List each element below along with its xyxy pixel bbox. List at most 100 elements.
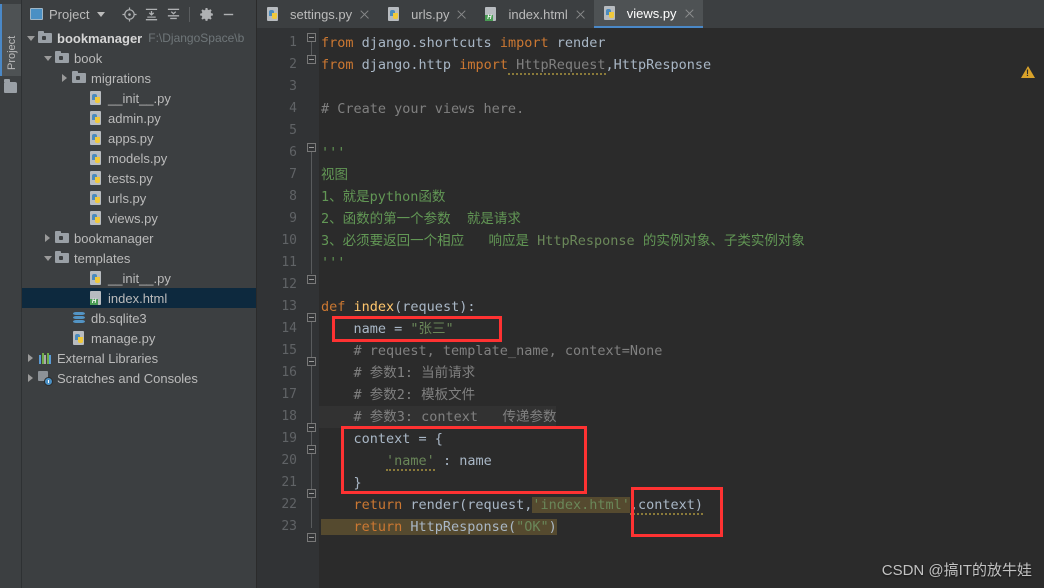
database-icon xyxy=(71,310,87,326)
close-icon[interactable] xyxy=(575,9,586,20)
tree-item-migrations[interactable]: migrations xyxy=(22,68,256,88)
chevron-right-icon[interactable] xyxy=(24,348,37,368)
project-file-tree[interactable]: bookmanager F:\DjangoSpace\b book migration… xyxy=(22,28,256,388)
tree-item-book[interactable]: book xyxy=(22,48,256,68)
expand-all-icon[interactable] xyxy=(141,4,161,24)
keyword-def: def xyxy=(321,299,346,315)
tree-item-admin-py[interactable]: admin.py xyxy=(22,108,256,128)
close-icon[interactable] xyxy=(684,8,695,19)
close-icon[interactable] xyxy=(359,9,370,20)
tree-item-templates[interactable]: templates xyxy=(22,248,256,268)
tree-item-label: migrations xyxy=(91,70,151,86)
editor-markup-strip[interactable] xyxy=(1021,56,1044,588)
python-file-icon xyxy=(71,330,87,346)
comment-param-3a: # 参数3: xyxy=(321,409,422,425)
folder-icon xyxy=(71,70,87,86)
fold-marker-docstring-end[interactable] xyxy=(307,275,316,284)
folder-icon xyxy=(37,30,53,46)
code-line-6: ''' xyxy=(319,142,345,164)
tree-item-label: Scratches and Consoles xyxy=(57,370,198,386)
editor-tab-views-py[interactable]: views.py xyxy=(593,0,703,28)
code-line-15: # request, template_name, context=None xyxy=(319,340,663,362)
close-icon[interactable] xyxy=(456,9,467,20)
fold-marker-dict-end[interactable] xyxy=(307,489,316,498)
chevron-right-icon[interactable] xyxy=(41,228,54,248)
highlight-box-name-assignment xyxy=(332,316,502,342)
code-line-9: 2、函数的第一个参数 就是请求 xyxy=(319,208,521,230)
tree-item-views-py[interactable]: views.py xyxy=(22,208,256,228)
tree-item-label: models.py xyxy=(108,150,168,166)
chevron-down-icon[interactable] xyxy=(41,248,54,268)
keyword-from: from xyxy=(321,35,354,51)
structure-icon[interactable] xyxy=(4,79,17,93)
tree-item-bookmanager[interactable]: bookmanager F:\DjangoSpace\b xyxy=(22,28,256,48)
fold-marker-function-start[interactable] xyxy=(307,313,316,322)
highlight-box-context-dict xyxy=(341,426,587,494)
fold-marker-end[interactable] xyxy=(307,55,316,64)
tree-item-tests-py[interactable]: tests.py xyxy=(22,168,256,188)
editor-tab-label: settings.py xyxy=(290,6,353,22)
tree-item-models-py[interactable]: models.py xyxy=(22,148,256,168)
python-file-icon xyxy=(88,150,104,166)
tree-item-scratches-and-consoles[interactable]: Scratches and Consoles xyxy=(22,368,256,388)
code-line-11: ''' xyxy=(319,252,345,274)
tree-item-apps-py[interactable]: apps.py xyxy=(22,128,256,148)
code-folding-gutter[interactable] xyxy=(303,28,319,588)
editor-tab-label: views.py xyxy=(626,5,677,21)
imported-render: render xyxy=(548,35,606,51)
keyword-return-httpresponse: return xyxy=(321,519,403,535)
line-number: 10 xyxy=(281,233,297,248)
tree-indent-spacer xyxy=(58,328,71,348)
tree-item-label: External Libraries xyxy=(57,350,159,366)
toolbar-separator xyxy=(189,6,191,22)
comma: , xyxy=(605,57,614,73)
fold-marker-top[interactable] xyxy=(307,33,316,42)
docstring-open: ''' xyxy=(321,145,346,161)
highlight-box-context-arg xyxy=(631,487,723,537)
gear-icon[interactable] xyxy=(196,4,216,24)
editor-tab-settings-py[interactable]: settings.py xyxy=(257,0,378,28)
fold-marker-dict-inner[interactable] xyxy=(307,445,316,454)
tree-item-index-html[interactable]: Hindex.html xyxy=(22,288,256,308)
python-file-icon xyxy=(265,6,281,22)
editor-tab-bar[interactable]: settings.py urls.py Hindex.html views.py xyxy=(257,0,1044,29)
project-view-selector[interactable]: Project xyxy=(26,5,109,24)
chevron-right-icon[interactable] xyxy=(24,368,37,388)
editor-tab-urls-py[interactable]: urls.py xyxy=(378,0,475,28)
watermark: CSDN @搞IT的放牛娃 xyxy=(881,562,1032,579)
locate-icon[interactable] xyxy=(119,4,139,24)
tree-item-path: F:\DjangoSpace\b xyxy=(148,31,245,45)
fold-marker-function-end[interactable] xyxy=(307,533,316,542)
editor-tab-index-html[interactable]: Hindex.html xyxy=(475,0,593,28)
tree-item---init---py[interactable]: __init__.py xyxy=(22,268,256,288)
python-file-icon xyxy=(88,210,104,226)
html-file-icon: H xyxy=(88,290,104,306)
fold-marker-comment[interactable] xyxy=(307,357,316,366)
tool-window-button-project[interactable]: Project xyxy=(0,4,21,76)
chevron-down-icon[interactable] xyxy=(41,48,54,68)
tree-indent-spacer xyxy=(75,168,88,188)
project-panel-header: Project xyxy=(22,0,256,28)
tree-item-label: book xyxy=(74,50,103,66)
fold-marker-docstring-start[interactable] xyxy=(307,143,316,152)
tree-item-db-sqlite3[interactable]: db.sqlite3 xyxy=(22,308,256,328)
tree-item-external-libraries[interactable]: External Libraries xyxy=(22,348,256,368)
chevron-down-icon[interactable] xyxy=(24,28,37,48)
call-render: render(request, xyxy=(402,497,533,513)
warning-triangle-icon[interactable] xyxy=(1021,66,1035,78)
tree-item-manage-py[interactable]: manage.py xyxy=(22,328,256,348)
tree-item---init---py[interactable]: __init__.py xyxy=(22,88,256,108)
call-httpresponse: HttpResponse( xyxy=(402,519,517,535)
tree-item-bookmanager[interactable]: bookmanager xyxy=(22,228,256,248)
code-line-1: from django.shortcuts import render xyxy=(319,32,606,54)
collapse-all-icon[interactable] xyxy=(163,4,183,24)
tree-item-urls-py[interactable]: urls.py xyxy=(22,188,256,208)
left-tool-strip: Project xyxy=(0,0,22,588)
html-file-icon: H xyxy=(483,6,499,22)
chevron-down-icon[interactable] xyxy=(97,11,106,17)
minimize-icon[interactable] xyxy=(218,4,238,24)
editor-tab-label: index.html xyxy=(508,6,568,22)
fold-marker-dict-start[interactable] xyxy=(307,423,316,432)
chevron-right-icon[interactable] xyxy=(58,68,71,88)
